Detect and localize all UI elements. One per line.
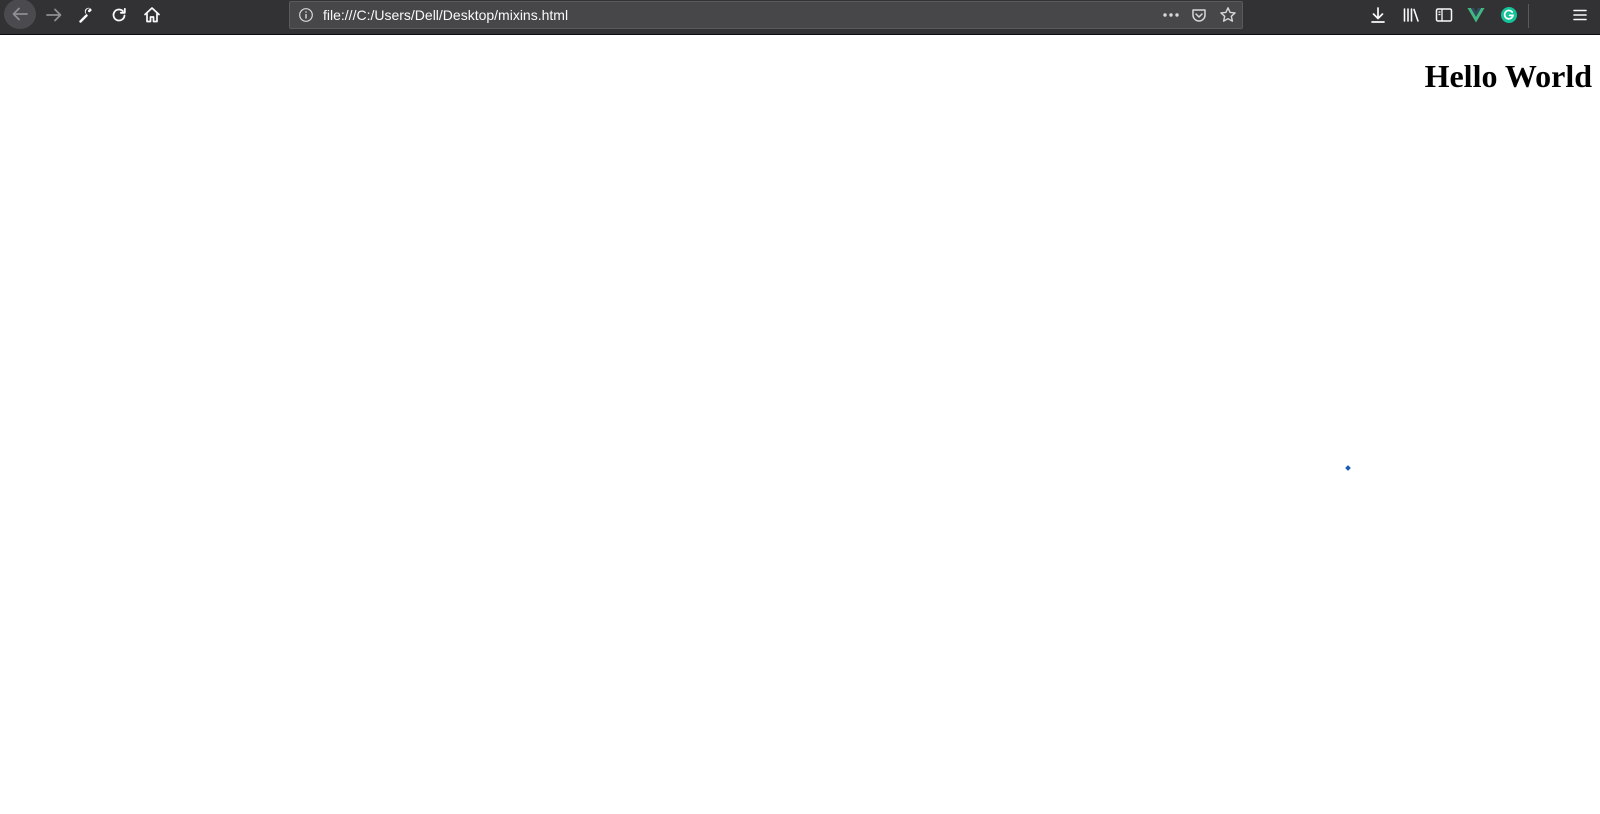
star-icon xyxy=(1220,7,1236,22)
stray-dot xyxy=(1345,465,1351,471)
sidebar-button[interactable] xyxy=(1428,1,1460,29)
sidebar-icon xyxy=(1435,8,1453,22)
menu-icon xyxy=(1573,9,1587,21)
home-button[interactable] xyxy=(136,1,168,29)
pocket-button[interactable] xyxy=(1187,4,1211,26)
vue-devtools-button[interactable] xyxy=(1460,1,1492,29)
reload-icon xyxy=(112,7,126,22)
toolbar-separator xyxy=(1528,4,1529,28)
grammarly-button[interactable] xyxy=(1493,1,1525,29)
reload-button[interactable] xyxy=(103,1,135,29)
library-icon xyxy=(1403,8,1419,22)
library-button[interactable] xyxy=(1395,1,1427,29)
wrench-icon xyxy=(79,7,92,23)
back-button[interactable] xyxy=(4,0,36,29)
pocket-icon xyxy=(1192,9,1206,22)
vue-icon xyxy=(1467,8,1485,23)
page-heading: Hello World xyxy=(1424,58,1592,94)
home-icon xyxy=(144,7,160,23)
forward-arrow-icon xyxy=(46,8,62,22)
back-arrow-icon xyxy=(12,7,28,21)
url-text[interactable]: file:///C:/Users/Dell/Desktop/mixins.htm… xyxy=(323,7,568,23)
info-icon[interactable] xyxy=(298,7,314,23)
forward-button[interactable] xyxy=(38,1,70,29)
downloads-button[interactable] xyxy=(1362,1,1394,29)
grammarly-icon xyxy=(1501,7,1517,23)
developer-tools-button[interactable] xyxy=(70,1,102,29)
page-actions-button[interactable] xyxy=(1159,4,1183,26)
menu-button[interactable] xyxy=(1564,1,1596,29)
more-icon xyxy=(1163,13,1179,17)
bookmark-star-button[interactable] xyxy=(1216,4,1240,26)
download-icon xyxy=(1371,7,1385,23)
url-bar[interactable]: file:///C:/Users/Dell/Desktop/mixins.htm… xyxy=(289,1,1243,29)
browser-toolbar: file:///C:/Users/Dell/Desktop/mixins.htm… xyxy=(0,0,1600,35)
